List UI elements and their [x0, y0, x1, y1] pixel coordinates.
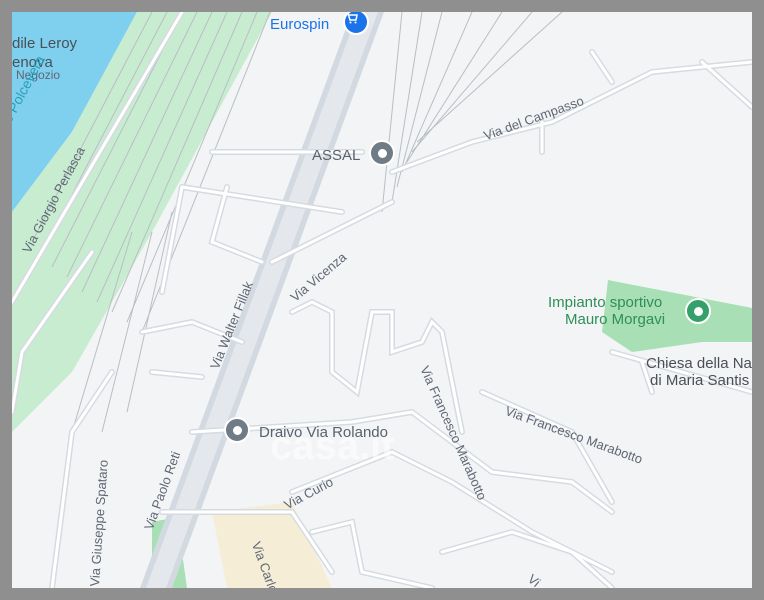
place-label-eurospin[interactable]: Eurospin [270, 17, 329, 32]
screenshot-frame: casa.it dile Leroy enova Negozio te Polc… [0, 0, 764, 600]
place-label-chiesa-line1[interactable]: Chiesa della Na [646, 356, 752, 371]
map-pin-icon[interactable] [685, 298, 711, 324]
place-label-assal[interactable]: ASSAL [312, 148, 360, 163]
place-label-chiesa-line2[interactable]: di Maria Santis [650, 373, 749, 388]
map-canvas[interactable]: casa.it dile Leroy enova Negozio te Polc… [12, 12, 752, 588]
place-label-draivo[interactable]: Draivo Via Rolando [259, 425, 388, 440]
map-pin-icon[interactable] [224, 417, 250, 443]
place-label-impianto-line1[interactable]: Impianto sportivo [548, 295, 662, 310]
place-label-leroy-line1[interactable]: dile Leroy [12, 36, 77, 51]
map-pin-icon[interactable] [369, 140, 395, 166]
place-label-impianto-line2[interactable]: Mauro Morgavi [565, 312, 665, 327]
